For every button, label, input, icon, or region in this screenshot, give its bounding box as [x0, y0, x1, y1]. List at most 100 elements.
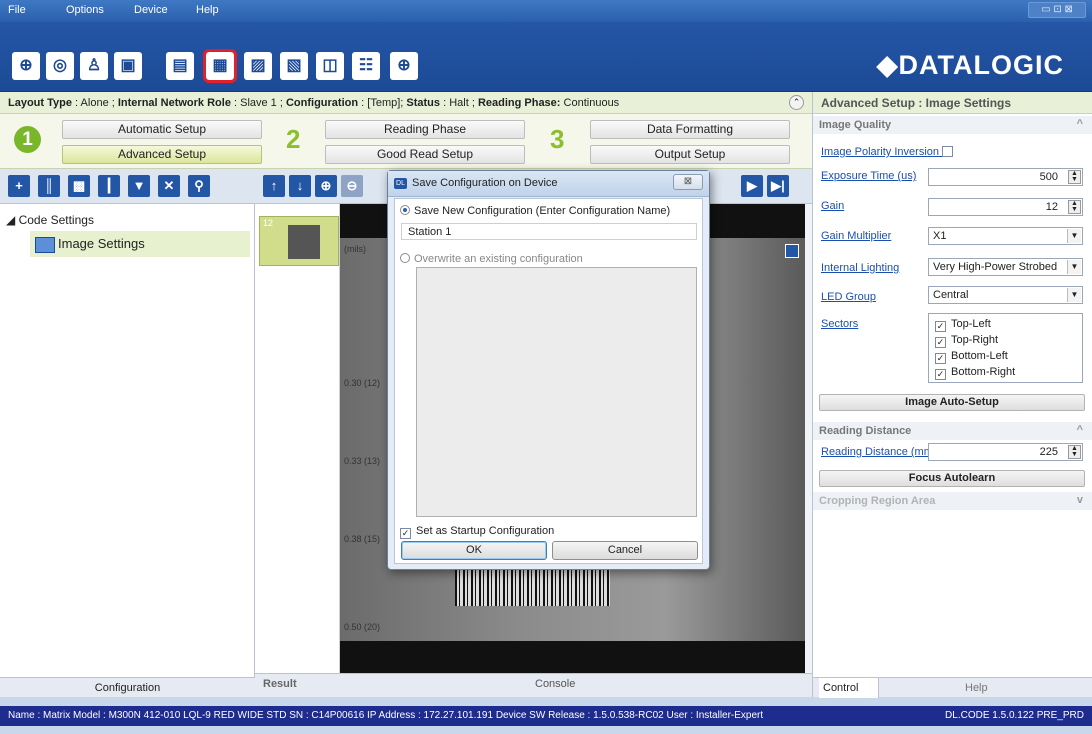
data-formatting-button[interactable]: Data Formatting — [590, 120, 790, 139]
existing-configurations-list[interactable] — [416, 267, 697, 517]
properties-header: Advanced Setup : Image Settings — [813, 92, 1092, 114]
menu-options[interactable]: Options — [66, 4, 104, 16]
setup-steps: 1 Automatic Setup Advanced Setup 2 Readi… — [0, 114, 812, 169]
device-list-icon[interactable]: ▤ — [166, 52, 194, 80]
save-configuration-icon[interactable]: ▦ — [203, 49, 237, 83]
lens-icon[interactable]: ◎ — [46, 52, 74, 80]
cancel-button[interactable]: Cancel — [552, 541, 698, 560]
chevron-down-icon: v — [1076, 494, 1083, 506]
close-button[interactable]: ⊠ — [673, 174, 703, 190]
section-cropping-region[interactable]: Cropping Region Area v — [813, 492, 1092, 510]
zoom-in-icon[interactable]: ⊕ — [315, 175, 337, 197]
configuration-name-input[interactable]: Station 1 — [401, 223, 697, 240]
option-save-new[interactable]: Save New Configuration (Enter Configurat… — [400, 205, 670, 217]
arrow-down-icon[interactable]: ↓ — [289, 175, 311, 197]
layout-type-value: Alone — [80, 97, 109, 109]
sector-bottom-left[interactable]: ✓ Bottom-Left — [935, 350, 1076, 366]
chevron-down-icon: ▼ — [1067, 260, 1081, 274]
filter-icon[interactable]: ▼ — [128, 175, 150, 197]
gain-field[interactable]: 12 ▲ ▼ — [928, 198, 1083, 216]
tab-console[interactable]: Console — [535, 678, 575, 690]
barcode-2d-icon[interactable]: ▩ — [68, 175, 90, 197]
radio-icon — [400, 253, 410, 263]
barcode-1d-icon[interactable]: ║ — [38, 175, 60, 197]
section-cropping-region-label: Cropping Region Area — [819, 495, 936, 507]
output-setup-button[interactable]: Output Setup — [590, 145, 790, 164]
tab-result[interactable]: Result — [263, 678, 297, 690]
ruler-tick: 0.50 (20) — [344, 622, 381, 632]
ok-button[interactable]: OK — [401, 541, 547, 560]
search-code-icon[interactable]: ⚲ — [188, 175, 210, 197]
image-options-icon[interactable] — [785, 244, 799, 258]
menu-device[interactable]: Device — [134, 4, 168, 16]
zoom-out-icon[interactable]: ⊖ — [341, 175, 363, 197]
delete-icon[interactable]: ✕ — [158, 175, 180, 197]
center-tabs: Result Console — [255, 673, 812, 697]
sectors-label: Sectors — [821, 318, 859, 330]
user-icon[interactable]: ♙ — [80, 52, 108, 80]
crosshair-icon[interactable]: ⊕ — [12, 52, 40, 80]
sectors-list: ✓ Top-Left ✓ Top-Right ✓ Bottom-Left ✓ Botto… — [928, 313, 1083, 383]
thumbnail-number: 12 — [263, 218, 274, 228]
save-configuration-dialog: Save Configuration on Device DL ⊠ Save N… — [387, 170, 710, 570]
tab-help[interactable]: Help — [965, 678, 988, 698]
gain-multiplier-select[interactable]: X1 ▼ — [928, 227, 1083, 245]
image-polarity-checkbox[interactable] — [942, 146, 954, 157]
tree-code-settings[interactable]: ◢ Code Settings — [6, 213, 94, 227]
play-icon[interactable]: ▶ — [741, 175, 763, 197]
barcode-image — [455, 568, 610, 606]
collapse-icon[interactable]: ⌃ — [789, 95, 804, 110]
set-as-startup-checkbox[interactable]: ✓ Set as Startup Configuration — [400, 525, 554, 539]
target-icon[interactable]: ⊕ — [390, 52, 418, 80]
reading-distance-field[interactable]: 225 ▲ ▼ — [928, 443, 1083, 461]
ruler-tick: 0.30 (12) — [344, 378, 381, 388]
exposure-time-field[interactable]: 500 ▲ ▼ — [928, 168, 1083, 186]
reading-distance-label: Reading Distance (mm) — [821, 446, 937, 458]
good-read-setup-button[interactable]: Good Read Setup — [325, 145, 525, 164]
radio-selected-icon — [400, 205, 410, 215]
network-icon[interactable]: ☷ — [352, 52, 380, 80]
image-thumbnail[interactable]: 12 — [259, 216, 339, 266]
step-2-badge: 2 — [286, 124, 301, 154]
image-auto-setup-button[interactable]: Image Auto-Setup — [819, 394, 1085, 411]
spinner-icon[interactable]: ▲ ▼ — [1068, 170, 1081, 184]
step-1-badge: 1 — [14, 126, 41, 153]
section-image-quality-label: Image Quality — [819, 119, 892, 131]
add-icon[interactable]: + — [8, 175, 30, 197]
focus-autolearn-button[interactable]: Focus Autolearn — [819, 470, 1085, 487]
spinner-icon[interactable]: ▲ ▼ — [1068, 200, 1081, 214]
advanced-setup-button[interactable]: Advanced Setup — [62, 145, 262, 164]
step-forward-icon[interactable]: ▶| — [767, 175, 789, 197]
postal-code-icon[interactable]: ┃ — [98, 175, 120, 197]
exposure-time-label: Exposure Time (us) — [821, 170, 917, 182]
window-controls[interactable]: ▭ ⊡ ⊠ — [1028, 2, 1086, 18]
option-overwrite[interactable]: Overwrite an existing configuration — [400, 253, 583, 265]
device-config-icon[interactable]: ◫ — [316, 52, 344, 80]
tree-image-settings[interactable]: Image Settings — [30, 231, 250, 257]
section-reading-distance[interactable]: Reading Distance ^ — [813, 422, 1092, 440]
option-overwrite-label: Overwrite an existing configuration — [414, 253, 583, 265]
sector-bottom-right[interactable]: ✓ Bottom-Right — [935, 366, 1076, 382]
reading-phase-button[interactable]: Reading Phase — [325, 120, 525, 139]
menu-file[interactable]: File — [8, 4, 26, 16]
internal-lighting-select[interactable]: Very High-Power Strobed ▼ — [928, 258, 1083, 276]
main-toolbar: ⊕ ◎ ♙ ▣ ▤ ▦ ▨ ▧ ◫ ☷ ⊕ ◆DATALOGIC — [0, 22, 1092, 92]
section-reading-distance-label: Reading Distance — [819, 425, 912, 437]
spinner-icon[interactable]: ▲ ▼ — [1068, 445, 1081, 459]
open-file-icon[interactable]: ▨ — [244, 52, 272, 80]
load-config-icon[interactable]: ▧ — [280, 52, 308, 80]
chevron-up-icon: ^ — [1076, 424, 1083, 436]
menu-help[interactable]: Help — [196, 4, 219, 16]
network-role-value: Slave 1 — [240, 97, 277, 109]
tab-control[interactable]: Control — [819, 678, 879, 698]
window-icon[interactable]: ▣ — [114, 52, 142, 80]
section-image-quality[interactable]: Image Quality ^ — [813, 116, 1092, 134]
arrow-up-icon[interactable]: ↑ — [263, 175, 285, 197]
automatic-setup-button[interactable]: Automatic Setup — [62, 120, 262, 139]
led-group-select[interactable]: Central ▼ — [928, 286, 1083, 304]
sector-top-left[interactable]: ✓ Top-Left — [935, 318, 1076, 334]
tab-configuration[interactable]: Configuration — [0, 677, 255, 697]
sector-top-right[interactable]: ✓ Top-Right — [935, 334, 1076, 350]
check-icon: ✓ — [935, 337, 946, 348]
gain-multiplier-label: Gain Multiplier — [821, 230, 892, 242]
